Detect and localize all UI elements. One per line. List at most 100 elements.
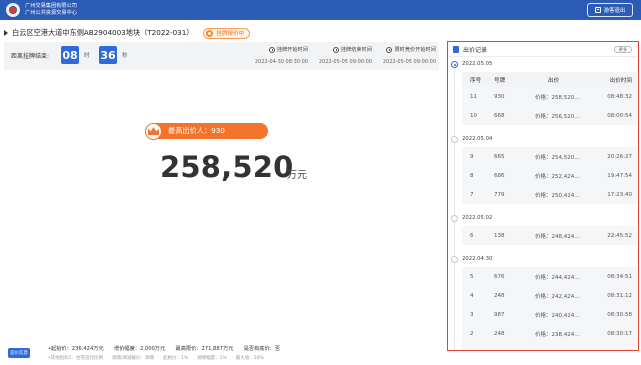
bid-price: 价格：238,424... — [535, 331, 580, 338]
bid-row[interactable]: 2 248 价格：238,424... 08:30:17 — [462, 324, 637, 343]
listing-end-label: 挂牌结束时间 — [340, 47, 372, 53]
group-date: 2022.05.02 — [462, 215, 493, 221]
top-header: 广州交易集团有限公司 广州公共资源交易中心 游客退出 — [0, 0, 641, 20]
bid-row[interactable]: 11 930 价格：258,520... 08:48:32 — [462, 87, 637, 106]
bid-row[interactable]: 1 28 价格：236,424... 08:30:03 — [462, 343, 637, 351]
timeline-dot — [451, 215, 458, 222]
bid-price: 价格：250,424... — [535, 192, 580, 199]
bid-number: 11 — [470, 93, 477, 100]
bid-price: 价格：248,424... — [535, 233, 580, 240]
bid-time: 20:26:27 — [607, 153, 632, 160]
bid-price: 价格：256,520... — [535, 113, 580, 120]
timeline-dot — [451, 136, 458, 143]
bid-number: 6 — [470, 232, 474, 239]
bid-info-line-1: •起始价：236,424万元 增价幅度：2,000万元 最高限价：271,887… — [48, 346, 281, 352]
clock-icon — [332, 46, 339, 53]
clock-icon — [386, 46, 393, 53]
bid-record-title: 出价记录 — [463, 46, 488, 54]
bid-number: 4 — [470, 292, 474, 299]
table-header: 序号 号牌 出价 出价时间 — [462, 72, 637, 87]
bid-plate: 686 — [494, 172, 505, 179]
page-title: 白云区空港大道中东侧AB2904003地块（T2022-031） — [12, 28, 194, 37]
countdown-panel: 距离挂牌结束: 08 时 36 秒 挂牌开始时间 2022-04-30 08:3… — [4, 42, 439, 70]
bid-number: 9 — [470, 153, 474, 160]
bid-price: 价格：240,424... — [535, 312, 580, 319]
column-header: 序号 — [470, 77, 482, 84]
bid-record-header: 出价记录 — [448, 42, 638, 57]
org-line-2: 广州公共资源交易中心 — [25, 10, 77, 16]
exit-icon — [594, 7, 601, 13]
top-bidder-text: 最高出价人：930 — [168, 126, 225, 135]
bid-price: 价格：242,424... — [535, 293, 580, 300]
bid-row[interactable]: 7 779 价格：250,424... 17:23:40 — [462, 185, 637, 204]
timeline-dot — [451, 256, 458, 263]
bid-number: 8 — [470, 172, 474, 179]
bid-row[interactable]: 5 676 价格：244,424... 08:34:51 — [462, 267, 637, 286]
bid-time: 08:30:58 — [607, 311, 632, 318]
document-icon — [453, 45, 459, 53]
bid-plate: 668 — [494, 112, 505, 119]
timeline-line — [454, 62, 455, 350]
bid-time: 08:31:12 — [607, 292, 632, 299]
bid-row[interactable]: 3 987 价格：240,424... 08:30:58 — [462, 305, 637, 324]
current-price: 258,520 — [160, 150, 294, 184]
column-header: 出价 — [548, 77, 560, 84]
more-button[interactable]: 更多 — [614, 46, 632, 53]
bid-number: 5 — [470, 273, 474, 280]
bid-plate: 138 — [494, 232, 505, 239]
group-date: 2022.04.30 — [462, 256, 493, 262]
countdown-hours: 08 — [61, 46, 79, 64]
triangle-icon — [4, 30, 8, 36]
bid-time: 08:34:51 — [607, 273, 632, 280]
bid-plate: 930 — [494, 93, 505, 100]
status-icon — [206, 29, 214, 37]
bid-price: 价格：252,424... — [535, 173, 580, 180]
countdown-hours-unit: 时 — [84, 53, 90, 59]
bid-time: 22:45:52 — [607, 232, 632, 239]
bid-plate: 28 — [494, 343, 501, 351]
bid-row[interactable]: 6 138 价格：248,424... 22:45:52 — [462, 226, 637, 245]
bid-info-line-2: •其他指标1：住宅首付比例 调增/调减报价：调增 起始价：1% 调增幅度：1% … — [48, 356, 264, 361]
bid-plate: 779 — [494, 191, 505, 198]
bid-time: 08:30:03 — [607, 343, 632, 351]
column-header: 出价时间 — [609, 77, 632, 84]
status-badge: 挂牌报价中 — [203, 27, 250, 39]
group-date: 2022.05.05 — [462, 61, 493, 67]
bid-number: 10 — [470, 112, 477, 119]
timed-bid-start: 限时竞价开始时间 2022-05-05 09:00:00 — [383, 46, 436, 65]
column-header: 号牌 — [494, 77, 506, 84]
listing-end: 挂牌结束时间 2022-05-05 09:00:00 — [319, 46, 372, 65]
bid-time: 08:30:17 — [607, 330, 632, 337]
bid-number: 1 — [470, 343, 474, 351]
top-bidder-badge: 最高出价人：930 — [145, 122, 268, 140]
bid-time: 17:23:40 — [607, 191, 632, 198]
bid-row[interactable]: 4 248 价格：242,424... 08:31:12 — [462, 286, 637, 305]
bid-price: 价格：258,520... — [535, 94, 580, 101]
org-name: 广州交易集团有限公司 广州公共资源交易中心 — [25, 3, 77, 16]
listing-end-value: 2022-05-05 09:00:00 — [318, 59, 372, 65]
bid-price: 价格：244,424... — [535, 274, 580, 281]
org-line-1: 广州交易集团有限公司 — [25, 3, 77, 10]
bid-row[interactable]: 10 668 价格：256,520... 08:00:54 — [462, 106, 637, 125]
bid-number: 3 — [470, 311, 474, 318]
bid-plate: 248 — [494, 330, 505, 337]
bid-price: 价格：236,424... — [535, 343, 580, 350]
bid-plate: 665 — [494, 153, 505, 160]
bid-number: 2 — [470, 330, 474, 337]
bid-row[interactable]: 8 686 价格：252,424... 19:47:54 — [462, 166, 637, 185]
status-text: 挂牌报价中 — [216, 31, 244, 37]
bid-time: 08:48:32 — [607, 93, 632, 100]
bid-row[interactable]: 9 665 价格：254,520... 20:26:27 — [462, 147, 637, 166]
bid-record-panel: 出价记录 更多 2022.05.05 序号 号牌 出价 出价时间 11 930 价格：258,… — [447, 41, 639, 351]
price-unit: 万元 — [287, 170, 307, 181]
exit-button[interactable]: 游客退出 — [587, 3, 633, 17]
bid-info-button[interactable]: 竞价信息 — [8, 348, 30, 358]
countdown-minutes-unit: 秒 — [122, 53, 128, 59]
listing-start: 挂牌开始时间 2022-04-30 08:30:00 — [255, 46, 308, 65]
bid-number: 7 — [470, 191, 474, 198]
countdown-minutes: 36 — [99, 46, 117, 64]
logo-icon — [6, 3, 20, 17]
bid-plate: 987 — [494, 311, 505, 318]
exit-label: 游客退出 — [603, 8, 626, 14]
timed-bid-start-value: 2022-05-05 09:00:00 — [382, 59, 436, 65]
